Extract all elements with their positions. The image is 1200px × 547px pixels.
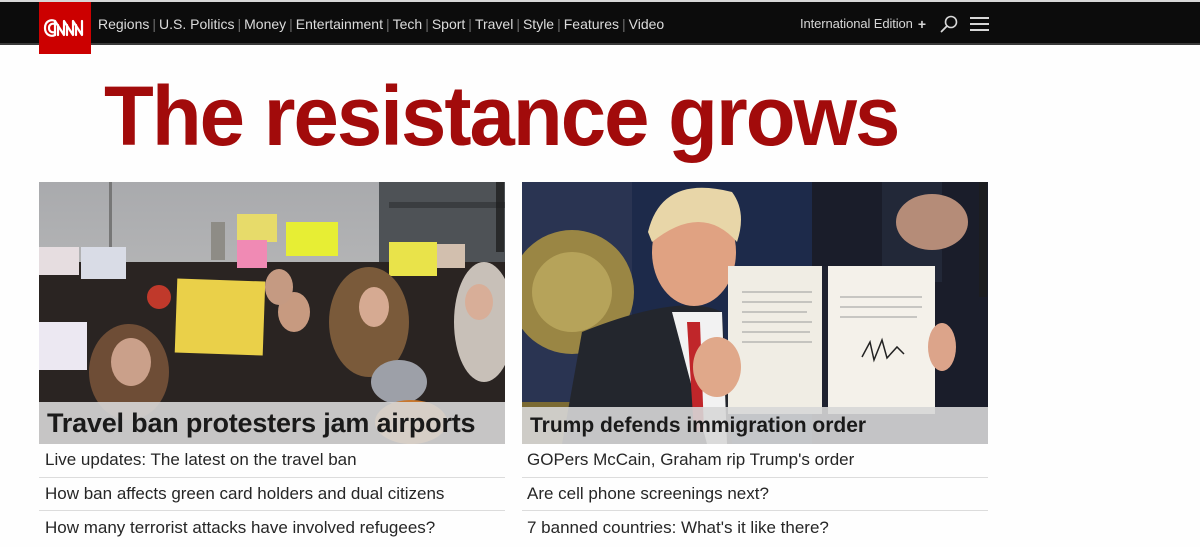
- related-link[interactable]: How many terrorist attacks have involved…: [39, 511, 505, 545]
- nav-item-money[interactable]: Money: [244, 16, 286, 32]
- nav-item-style[interactable]: Style: [523, 16, 554, 32]
- related-links-list: Live updates: The latest on the travel b…: [39, 444, 505, 545]
- cnn-logo-icon: [43, 19, 84, 37]
- hamburger-menu-icon[interactable]: [970, 17, 989, 31]
- story-card-immigration-order: Trump defends immigration order GOPers M…: [522, 182, 988, 545]
- related-link[interactable]: Are cell phone screenings next?: [522, 478, 988, 511]
- cnn-logo[interactable]: [39, 2, 91, 54]
- nav-separator: |: [557, 15, 561, 32]
- edition-label: International Edition: [800, 16, 913, 31]
- photo-credit: [496, 182, 504, 252]
- nav-item-sport[interactable]: Sport: [432, 16, 465, 32]
- edition-plus-icon: +: [917, 15, 926, 32]
- story-caption-bar[interactable]: Travel ban protesters jam airports: [39, 402, 505, 444]
- nav-separator: |: [468, 15, 472, 32]
- top-navigation-bar: Regions | U.S. Politics | Money | Entertainmen…: [0, 2, 1200, 45]
- nav-item-features[interactable]: Features: [564, 16, 619, 32]
- related-link[interactable]: GOPers McCain, Graham rip Trump's order: [522, 444, 988, 478]
- story-photo-trump[interactable]: Trump defends immigration order: [522, 182, 988, 444]
- story-caption-bar[interactable]: Trump defends immigration order: [522, 407, 988, 444]
- photo-credit: [979, 182, 987, 297]
- nav-separator: |: [385, 15, 390, 32]
- story-title[interactable]: Travel ban protesters jam airports: [47, 408, 476, 439]
- story-card-travel-ban: Travel ban protesters jam airports Live …: [39, 182, 505, 545]
- nav-item-video[interactable]: Video: [629, 16, 665, 32]
- nav-item-travel[interactable]: Travel: [475, 16, 513, 32]
- nav-item-entertainment[interactable]: Entertainment: [296, 16, 383, 32]
- search-icon[interactable]: [940, 15, 958, 33]
- nav-item-regions[interactable]: Regions: [98, 16, 149, 32]
- section-nav: Regions | U.S. Politics | Money | Entertainmen…: [98, 2, 664, 45]
- story-photo-protesters[interactable]: Travel ban protesters jam airports: [39, 182, 505, 444]
- nav-item-u-s-politics[interactable]: U.S. Politics: [159, 16, 234, 32]
- nav-separator: |: [152, 15, 157, 32]
- related-link[interactable]: Live updates: The latest on the travel b…: [39, 444, 505, 478]
- nav-separator: |: [425, 15, 429, 32]
- nav-separator: |: [516, 15, 520, 32]
- related-links-list: GOPers McCain, Graham rip Trump's order …: [522, 444, 988, 545]
- nav-separator: |: [621, 15, 626, 32]
- related-link[interactable]: 7 banned countries: What's it like there…: [522, 511, 988, 545]
- nav-separator: |: [289, 15, 293, 32]
- edition-selector[interactable]: International Edition +: [800, 2, 926, 45]
- nav-item-tech[interactable]: Tech: [393, 16, 423, 32]
- nav-separator: |: [237, 15, 242, 32]
- trump-photo-image: [522, 182, 988, 444]
- related-link[interactable]: How ban affects green card holders and d…: [39, 478, 505, 511]
- main-headline[interactable]: The resistance grows: [104, 74, 900, 158]
- story-title[interactable]: Trump defends immigration order: [530, 414, 866, 438]
